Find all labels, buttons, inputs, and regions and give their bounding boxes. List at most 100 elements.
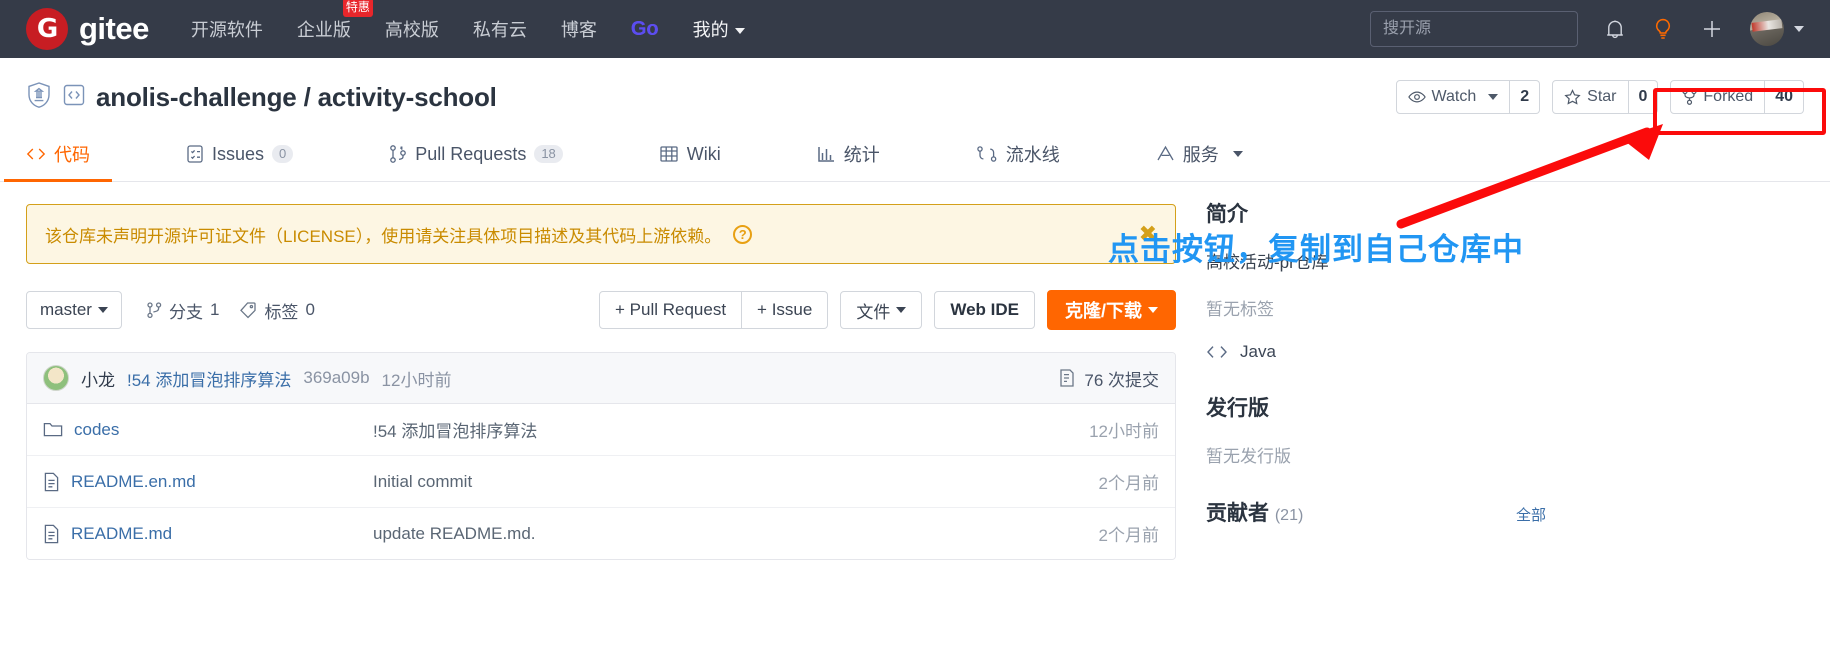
brand-name: gitee [79,11,149,46]
file-commit-time: 12小时前 [1089,422,1159,441]
table-row[interactable]: README.md update README.md. 2个月前 [27,508,1175,559]
contributors-label: 贡献者 [1206,502,1269,525]
nav-item-education[interactable]: 高校版 [385,10,439,48]
pull-request-icon [390,145,407,163]
repo-tabs: 代码 Issues 0 Pull Requests 18 Wiki 统计 流水线 [0,128,1830,182]
help-icon[interactable]: ? [733,224,753,244]
star-count[interactable]: 0 [1628,80,1659,114]
repo-language[interactable]: Java [1206,342,1546,362]
chevron-down-icon [97,307,108,313]
history-icon [1060,369,1075,387]
forked-button[interactable]: Forked [1670,80,1766,114]
watch-button-group: Watch 2 [1395,80,1541,114]
branches-link[interactable]: 分支 1 [146,298,219,323]
file-name-cell[interactable]: README.en.md [43,472,373,492]
file-name-cell[interactable]: README.md [43,524,373,544]
tab-issues[interactable]: Issues 0 [186,131,294,179]
avatar[interactable] [1750,12,1804,46]
tab-pipeline[interactable]: 流水线 [976,128,1060,181]
annotation-callout-text: 点击按钮，复制到自己仓库中 [1108,232,1524,267]
new-issue-button[interactable]: + Issue [742,291,829,329]
nav-item-enterprise[interactable]: 企业版 特惠 [297,0,373,48]
nav-item-private-cloud[interactable]: 私有云 [473,10,527,48]
contributors-view-all-link[interactable]: 全部 [1516,504,1546,525]
watch-button[interactable]: Watch [1395,80,1511,114]
branch-selector[interactable]: master [26,291,122,329]
forked-button-group: Forked 40 [1670,80,1804,114]
license-warning-banner: 该仓库未声明开源许可证文件（LICENSE），使用请关注具体项目描述及其代码上游… [26,204,1176,264]
file-commit-message[interactable]: Initial commit [373,472,1099,492]
table-row[interactable]: codes !54 添加冒泡排序算法 12小时前 [27,404,1175,456]
tags-link[interactable]: 标签 0 [239,298,315,323]
tab-label: Issues [212,143,265,164]
clone-download-button[interactable]: 克隆/下载 [1046,290,1176,330]
nav-label: 开源软件 [190,20,263,40]
tab-code[interactable]: 代码 [4,128,112,182]
contributors-section: 贡献者 (21) 全部 [1206,497,1546,527]
file-name-cell[interactable]: codes [43,420,373,440]
tab-statistics[interactable]: 统计 [817,128,880,181]
about-section: 简介 高校活动-pr仓库 暂无标签 Java [1206,198,1546,362]
file-commit-message[interactable]: !54 添加冒泡排序算法 [373,417,1089,442]
table-row[interactable]: README.en.md Initial commit 2个月前 [27,456,1175,508]
promo-badge: 特惠 [342,0,373,17]
page-title: anolis-challenge / activity-school [96,82,497,113]
commit-message[interactable]: !54 添加冒泡排序算法 [127,366,291,391]
branches-count: 1 [209,300,220,319]
clone-label: 克隆/下载 [1064,301,1142,321]
folder-icon [43,422,63,437]
gitee-logo-icon: G [26,8,68,50]
chart-icon [818,147,834,162]
commit-author-name[interactable]: 小龙 [81,366,115,391]
file-name-label: codes [74,419,120,439]
repo-name[interactable]: activity-school [318,82,497,112]
nav-item-open-source[interactable]: 开源软件 [191,10,263,48]
file-commit-time: 2个月前 [1098,526,1159,545]
file-browser-panel: 小龙 !54 添加冒泡排序算法 369a09b 12小时前 76 次提交 cod… [26,352,1176,560]
tag-icon [240,302,257,319]
eye-icon [1407,91,1426,103]
tab-pull-requests[interactable]: Pull Requests 18 [389,131,563,179]
search-input[interactable] [1370,11,1578,47]
lightbulb-icon[interactable] [1652,17,1674,41]
star-button[interactable]: Star [1552,80,1629,114]
watch-count[interactable]: 2 [1510,80,1541,114]
nav-item-mine[interactable]: 我的 [693,10,745,48]
nav-item-go[interactable]: Go [631,12,659,47]
repo-title-row: anolis-challenge / activity-school Watch… [26,80,1804,114]
releases-section: 发行版 暂无发行版 [1206,392,1546,467]
service-icon [1157,145,1174,161]
bell-icon[interactable] [1604,18,1626,41]
chevron-down-icon [734,28,745,35]
repo-code-icon [62,83,86,112]
nav-label: 博客 [560,20,597,40]
files-dropdown-button[interactable]: 文件 [840,291,923,329]
forked-label: Forked [1703,88,1754,105]
plus-icon[interactable] [1700,17,1724,41]
forked-count[interactable]: 40 [1765,80,1804,114]
branch-icon [147,302,162,319]
tab-wiki[interactable]: Wiki [659,131,721,179]
chevron-down-icon [896,307,907,313]
tab-count: 0 [272,145,294,163]
tab-label: 流水线 [1005,145,1060,165]
tags-label: 标签 [264,302,299,322]
commit-count-link[interactable]: 76 次提交 [1058,366,1159,391]
book-icon [660,146,678,162]
repo-meta-links: 分支 1 标签 0 [146,298,315,323]
file-icon [44,472,59,491]
new-pull-request-button[interactable]: + Pull Request [599,291,743,329]
commit-sha[interactable]: 369a09b [303,368,369,388]
main-nav: 开源软件 企业版 特惠 高校版 私有云 博客 Go 我的 [191,0,745,48]
file-commit-message[interactable]: update README.md. [373,524,1099,544]
tab-services[interactable]: 服务 [1156,128,1243,181]
latest-commit-row: 小龙 !54 添加冒泡排序算法 369a09b 12小时前 76 次提交 [27,353,1175,404]
nav-item-blog[interactable]: 博客 [561,10,597,48]
tab-label: 代码 [54,145,90,165]
star-icon [1564,88,1581,105]
gitee-logo[interactable]: G gitee [26,8,149,50]
web-ide-button[interactable]: Web IDE [934,291,1035,329]
repo-owner[interactable]: anolis-challenge [96,82,297,112]
contributors-title: 贡献者 (21) [1206,497,1303,527]
chevron-down-icon [1488,94,1499,100]
